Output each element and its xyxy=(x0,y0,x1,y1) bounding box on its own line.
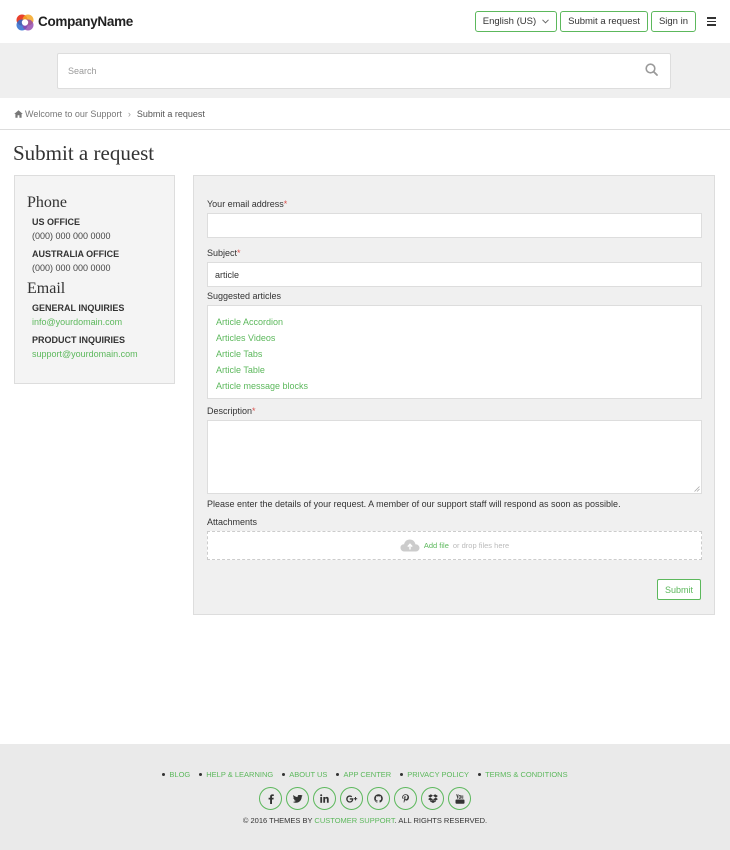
language-label: English (US) xyxy=(482,16,537,27)
suggested-article-link[interactable]: Articles Videos xyxy=(216,330,693,346)
drop-files-hint: or drop files here xyxy=(452,541,510,550)
footer-link-label: APP CENTER xyxy=(343,770,392,779)
footer-link-privacy[interactable]: PRIVACY POLICY xyxy=(400,770,469,779)
footer-link-label: ABOUT US xyxy=(289,770,328,779)
breadcrumb: Welcome to our Support › Submit a reques… xyxy=(0,98,730,130)
github-icon[interactable] xyxy=(367,787,390,810)
general-email-link[interactable]: info@yourdomain.com xyxy=(27,315,162,330)
home-icon xyxy=(14,109,23,118)
email-label: Your email address* xyxy=(207,199,287,209)
header-actions: English (US) Submit a request Sign in xyxy=(474,11,716,32)
contact-sidebar: Phone US OFFICE (000) 000 000 0000 AUSTR… xyxy=(14,175,175,384)
sign-in-button[interactable]: Sign in xyxy=(650,11,696,32)
dropbox-icon[interactable] xyxy=(421,787,444,810)
google-plus-icon[interactable] xyxy=(340,787,363,810)
social-links xyxy=(0,787,730,810)
suggested-article-link[interactable]: Article Tabs xyxy=(216,346,693,362)
subject-label: Subject* xyxy=(207,248,241,258)
twitter-icon[interactable] xyxy=(286,787,309,810)
page-title: Submit a request xyxy=(13,141,155,165)
suggested-articles-label: Suggested articles xyxy=(207,291,282,301)
customer-support-link[interactable]: CUSTOMER SUPPORT xyxy=(314,816,394,825)
search-input[interactable] xyxy=(68,66,468,76)
au-office-phone: (000) 000 000 0000 xyxy=(32,263,111,273)
footer-link-label: PRIVACY POLICY xyxy=(407,770,470,779)
description-help-text: Please enter the details of your request… xyxy=(207,499,621,509)
breadcrumb-separator-icon: › xyxy=(127,108,131,119)
cloud-upload-icon xyxy=(400,539,420,552)
footer-links: BLOG HELP & LEARNING ABOUT US APP CENTER… xyxy=(0,770,730,779)
required-mark: * xyxy=(283,199,288,209)
youtube-icon[interactable] xyxy=(448,787,471,810)
description-label: Description* xyxy=(207,406,256,416)
logo[interactable]: CompanyName xyxy=(14,11,133,33)
email-field[interactable] xyxy=(207,213,702,238)
bullet-icon xyxy=(199,773,203,776)
attachments-label: Attachments xyxy=(207,517,258,527)
linkedin-icon[interactable] xyxy=(313,787,336,810)
email-heading: Email xyxy=(27,280,66,297)
required-mark: * xyxy=(237,248,241,258)
copyright: © 2016 THEMES BY CUSTOMER SUPPORT. ALL R… xyxy=(0,816,730,825)
submit-button[interactable]: Submit xyxy=(656,579,701,600)
suggested-article-link[interactable]: Article Table xyxy=(216,362,693,378)
hamburger-icon[interactable] xyxy=(707,17,716,26)
suggested-article-link[interactable]: Article message blocks xyxy=(216,378,693,394)
suggested-articles-list: Article Accordion Articles Videos Articl… xyxy=(207,305,702,399)
footer-link-label: BLOG xyxy=(169,770,191,779)
description-textarea[interactable] xyxy=(207,420,702,494)
pinterest-icon[interactable] xyxy=(394,787,417,810)
logo-text: CompanyName xyxy=(38,14,133,29)
bullet-icon xyxy=(336,773,340,776)
bullet-icon xyxy=(478,773,482,776)
search-box xyxy=(57,53,671,89)
footer-link-label: HELP & LEARNING xyxy=(206,770,274,779)
site-header: CompanyName English (US) Submit a reques… xyxy=(0,0,730,43)
footer-link-help[interactable]: HELP & LEARNING xyxy=(199,770,273,779)
footer-link-about[interactable]: ABOUT US xyxy=(282,770,327,779)
description-label-text: Description xyxy=(207,406,253,416)
suggested-article-link[interactable]: Article Accordion xyxy=(216,314,693,330)
general-inquiries-label: GENERAL INQUIRIES xyxy=(32,303,125,313)
request-form: Your email address* Subject* article Sug… xyxy=(193,175,715,615)
language-dropdown[interactable]: English (US) xyxy=(474,11,558,32)
us-office-phone: (000) 000 000 0000 xyxy=(32,231,111,241)
required-mark: * xyxy=(252,406,256,416)
footer-link-label: TERMS & CONDITIONS xyxy=(485,770,568,779)
bullet-icon xyxy=(282,773,286,776)
logo-icon xyxy=(16,14,34,30)
breadcrumb-current: Submit a request xyxy=(136,108,205,119)
search-icon[interactable] xyxy=(645,63,658,79)
footer-link-blog[interactable]: BLOG xyxy=(162,770,190,779)
bullet-icon xyxy=(162,773,166,776)
copyright-prefix: © 2016 THEMES BY xyxy=(242,816,315,825)
facebook-icon[interactable] xyxy=(259,787,282,810)
footer-link-terms[interactable]: TERMS & CONDITIONS xyxy=(478,770,568,779)
add-file-link[interactable]: Add file xyxy=(424,541,449,550)
breadcrumb-home[interactable]: Welcome to our Support xyxy=(14,109,122,119)
product-email-link[interactable]: support@yourdomain.com xyxy=(27,347,162,362)
breadcrumb-home-label: Welcome to our Support xyxy=(25,108,122,119)
attachment-dropzone[interactable]: Add file or drop files here xyxy=(207,531,702,560)
copyright-suffix: . ALL RIGHTS RESERVED. xyxy=(394,816,488,825)
site-footer: BLOG HELP & LEARNING ABOUT US APP CENTER… xyxy=(0,744,730,850)
resize-handle-icon[interactable] xyxy=(694,486,700,492)
product-inquiries-label: PRODUCT INQUIRIES xyxy=(32,335,126,345)
submit-request-button[interactable]: Submit a request xyxy=(560,11,648,32)
bullet-icon xyxy=(400,773,404,776)
chevron-down-icon xyxy=(542,17,549,26)
us-office-label: US OFFICE xyxy=(32,217,81,227)
footer-link-app-center[interactable]: APP CENTER xyxy=(336,770,391,779)
phone-heading: Phone xyxy=(27,194,67,211)
email-label-text: Your email address xyxy=(207,199,284,209)
au-office-label: AUSTRALIA OFFICE xyxy=(32,249,120,259)
subject-field[interactable]: article xyxy=(207,262,702,287)
search-section xyxy=(0,43,730,98)
subject-label-text: Subject xyxy=(207,248,238,258)
